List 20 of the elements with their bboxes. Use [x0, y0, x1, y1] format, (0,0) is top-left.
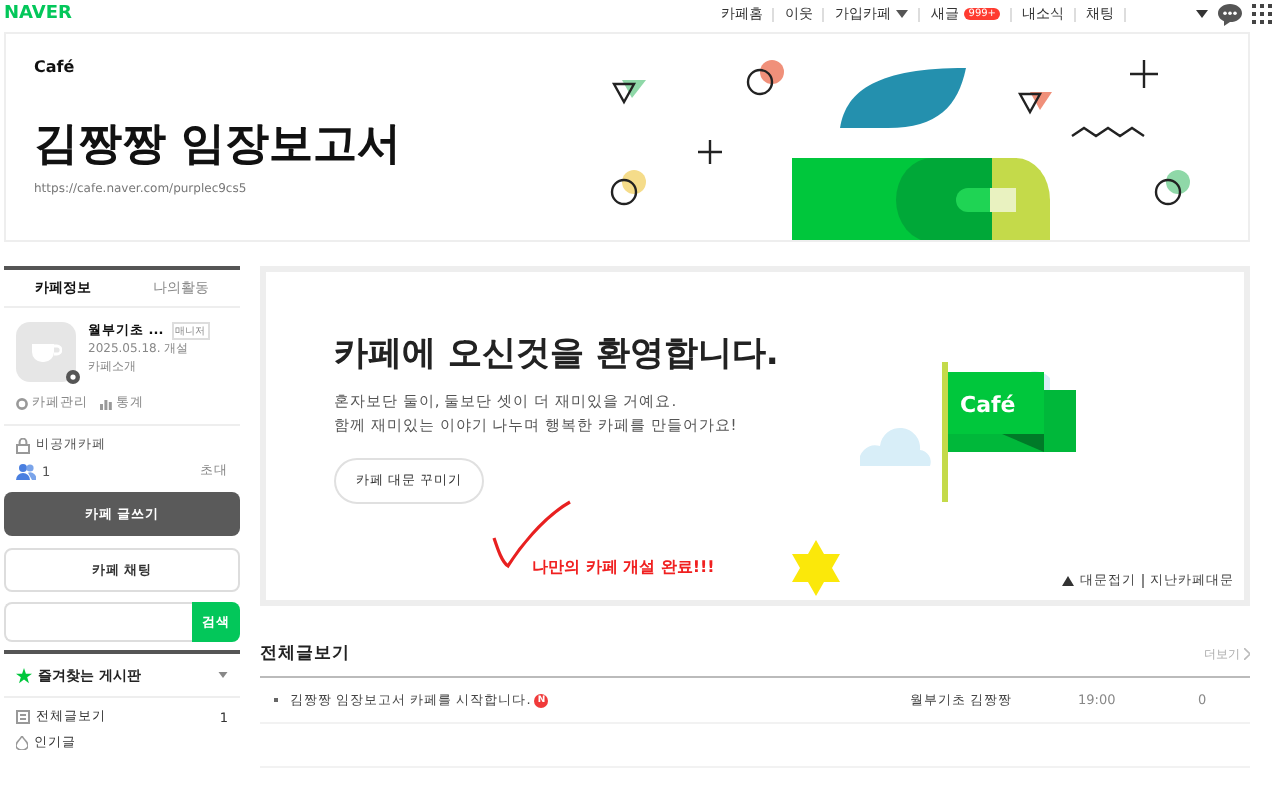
caret-icon[interactable]: [1196, 10, 1208, 18]
star-icon: [16, 667, 32, 683]
members-icon: [16, 463, 36, 479]
bar-chart-icon: [100, 397, 112, 409]
lock-icon: [16, 437, 30, 453]
cafe-title[interactable]: 김짱짱 임장보고서: [34, 114, 402, 174]
cafe-flag-drawing: Café: [942, 362, 1078, 502]
settings-icon[interactable]: [66, 370, 80, 384]
cafe-logo[interactable]: Café: [34, 58, 402, 76]
caret-icon: [896, 10, 909, 18]
collapse-icon[interactable]: [1062, 576, 1074, 586]
section-title[interactable]: 전체글보기: [260, 642, 350, 666]
search-field[interactable]: [4, 602, 192, 642]
list-icon: [16, 710, 30, 724]
star-drawing: [792, 540, 840, 596]
welcome-title: 카페에 오신것을 환영합니다.: [334, 332, 779, 376]
annotation-text: 나만의 카페 개설 완료!!!: [532, 556, 715, 578]
chat-icon[interactable]: [1218, 3, 1242, 25]
grid-menu-icon[interactable]: [1252, 4, 1272, 24]
cup-icon: [30, 340, 62, 364]
